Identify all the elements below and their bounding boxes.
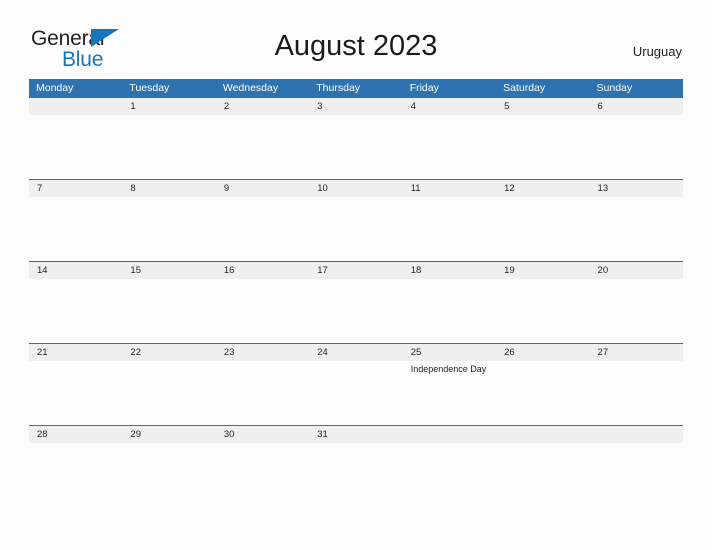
day-cell[interactable] — [590, 279, 683, 343]
day-cell[interactable] — [496, 443, 589, 507]
calendar-week-row: 14 15 16 17 18 19 20 — [29, 261, 683, 343]
day-number[interactable]: 7 — [29, 180, 122, 197]
day-cell[interactable] — [403, 197, 496, 261]
day-cell[interactable] — [122, 279, 215, 343]
week-date-band: 14 15 16 17 18 19 20 — [29, 261, 683, 279]
day-number[interactable]: 25 — [403, 344, 496, 361]
week-date-band: 1 2 3 4 5 6 — [29, 97, 683, 115]
day-cell[interactable] — [122, 443, 215, 507]
day-cell[interactable] — [496, 279, 589, 343]
day-number[interactable]: 11 — [403, 180, 496, 197]
day-cell[interactable] — [496, 361, 589, 425]
weekday-header-thursday: Thursday — [316, 82, 361, 94]
calendar-week-row: 7 8 9 10 11 12 13 — [29, 179, 683, 261]
day-cell[interactable] — [29, 197, 122, 261]
day-number[interactable] — [590, 426, 683, 443]
day-cell[interactable] — [29, 443, 122, 507]
page-header: General Blue August 2023 Uruguay — [0, 0, 712, 70]
weekday-header-saturday: Saturday — [503, 82, 546, 94]
day-number[interactable]: 18 — [403, 262, 496, 279]
day-number[interactable]: 10 — [309, 180, 402, 197]
day-cell[interactable] — [216, 115, 309, 179]
country-label: Uruguay — [632, 44, 682, 59]
day-cell[interactable] — [590, 115, 683, 179]
day-cell[interactable] — [309, 197, 402, 261]
weekday-header-friday: Friday — [409, 82, 439, 94]
day-cell[interactable] — [309, 361, 402, 425]
week-body-row — [29, 279, 683, 343]
day-cell[interactable] — [590, 361, 683, 425]
day-number[interactable]: 4 — [403, 98, 496, 115]
week-body-row — [29, 443, 683, 507]
calendar-week-row: 21 22 23 24 25 26 27 Independence Day — [29, 343, 683, 425]
week-body-row — [29, 115, 683, 179]
day-number[interactable]: 14 — [29, 262, 122, 279]
day-number[interactable] — [29, 98, 122, 115]
day-cell[interactable] — [216, 279, 309, 343]
day-cell[interactable] — [29, 115, 122, 179]
day-cell[interactable] — [403, 115, 496, 179]
day-number[interactable]: 12 — [496, 180, 589, 197]
day-cell[interactable] — [309, 443, 402, 507]
day-number[interactable]: 5 — [496, 98, 589, 115]
day-cell[interactable]: Independence Day — [403, 361, 496, 425]
weekday-header-wednesday: Wednesday — [222, 82, 279, 94]
day-cell[interactable] — [309, 115, 402, 179]
day-cell[interactable] — [216, 443, 309, 507]
day-cell[interactable] — [122, 115, 215, 179]
day-number[interactable] — [496, 426, 589, 443]
day-cell[interactable] — [496, 197, 589, 261]
day-number[interactable]: 1 — [122, 98, 215, 115]
day-cell[interactable] — [216, 197, 309, 261]
day-event: Independence Day — [410, 364, 487, 374]
day-number[interactable]: 13 — [590, 180, 683, 197]
calendar-week-row: 1 2 3 4 5 6 — [29, 97, 683, 179]
day-number[interactable]: 15 — [122, 262, 215, 279]
day-number[interactable]: 20 — [590, 262, 683, 279]
weekday-header-monday: Monday — [36, 82, 74, 94]
day-cell[interactable] — [403, 279, 496, 343]
page-title: August 2023 — [274, 30, 438, 62]
weekday-header-row: Monday Tuesday Wednesday Thursday Friday… — [29, 79, 683, 97]
day-number[interactable]: 8 — [122, 180, 215, 197]
day-number[interactable]: 17 — [309, 262, 402, 279]
day-cell[interactable] — [216, 361, 309, 425]
day-cell[interactable] — [29, 279, 122, 343]
day-number[interactable]: 9 — [216, 180, 309, 197]
day-number[interactable]: 24 — [309, 344, 402, 361]
day-number[interactable]: 29 — [122, 426, 215, 443]
calendar-week-row: 28 29 30 31 — [29, 425, 683, 507]
day-number[interactable]: 23 — [216, 344, 309, 361]
week-body-row — [29, 197, 683, 261]
day-number[interactable]: 27 — [590, 344, 683, 361]
week-body-row: Independence Day — [29, 361, 683, 425]
day-number[interactable]: 28 — [29, 426, 122, 443]
day-cell[interactable] — [590, 197, 683, 261]
day-cell[interactable] — [496, 115, 589, 179]
day-number[interactable]: 6 — [590, 98, 683, 115]
calendar-grid: Monday Tuesday Wednesday Thursday Friday… — [29, 79, 683, 507]
day-cell[interactable] — [590, 443, 683, 507]
weekday-header-sunday: Sunday — [596, 82, 633, 94]
day-number[interactable]: 3 — [309, 98, 402, 115]
week-date-band: 28 29 30 31 — [29, 425, 683, 443]
week-date-band: 21 22 23 24 25 26 27 — [29, 343, 683, 361]
day-number[interactable]: 30 — [216, 426, 309, 443]
weekday-header-tuesday: Tuesday — [129, 82, 170, 94]
day-number[interactable]: 16 — [216, 262, 309, 279]
day-number[interactable]: 22 — [122, 344, 215, 361]
day-number[interactable]: 21 — [29, 344, 122, 361]
week-date-band: 7 8 9 10 11 12 13 — [29, 179, 683, 197]
day-cell[interactable] — [122, 197, 215, 261]
day-number[interactable]: 26 — [496, 344, 589, 361]
day-number[interactable]: 2 — [216, 98, 309, 115]
day-number[interactable]: 31 — [309, 426, 402, 443]
day-cell[interactable] — [29, 361, 122, 425]
day-number[interactable]: 19 — [496, 262, 589, 279]
day-cell[interactable] — [403, 443, 496, 507]
day-cell[interactable] — [309, 279, 402, 343]
day-number[interactable] — [403, 426, 496, 443]
day-cell[interactable] — [122, 361, 215, 425]
